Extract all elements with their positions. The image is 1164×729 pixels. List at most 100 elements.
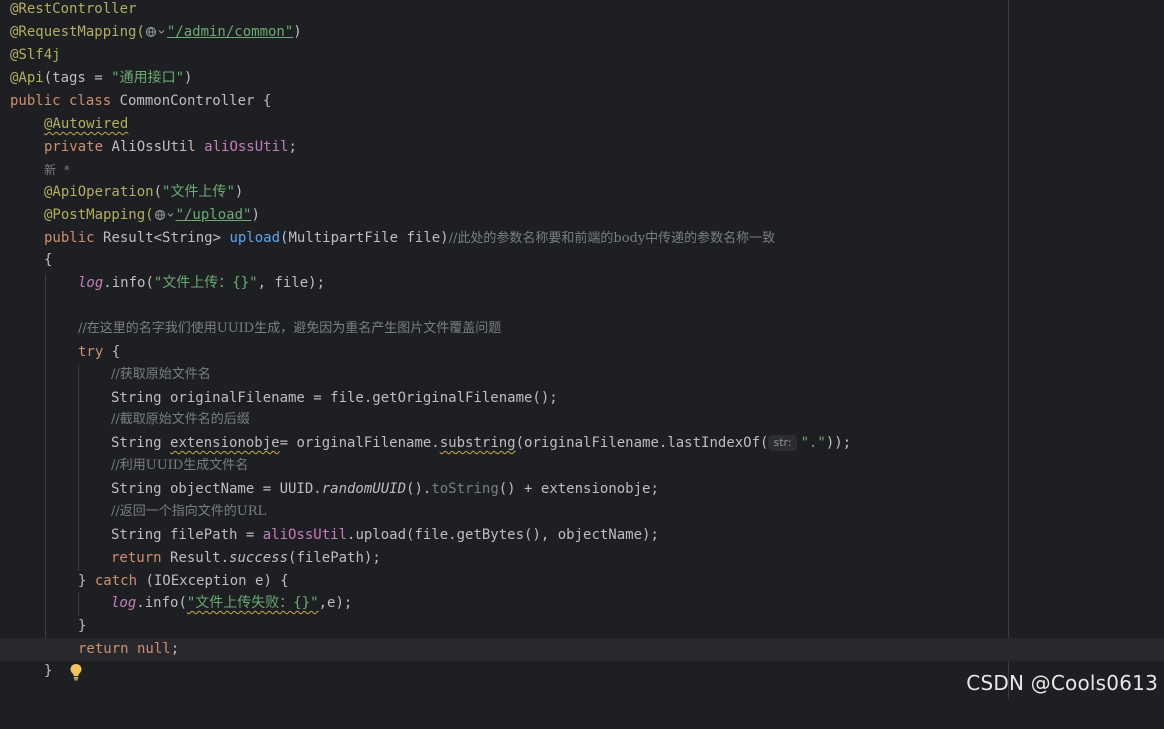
code-token: ,e);: [318, 595, 353, 611]
keyword-token: return: [111, 550, 171, 566]
code-token: .info(: [103, 275, 154, 291]
code-token: (originalFilename.lastIndexOf(: [515, 435, 769, 451]
code-token: }: [78, 573, 95, 589]
string-token: "通用接口": [111, 70, 185, 86]
code-line: public Result<String> upload(MultipartFi…: [0, 227, 1164, 250]
class-declaration: CommonController {: [119, 93, 272, 109]
keyword-token: private: [44, 139, 112, 155]
type-token: String: [111, 435, 171, 451]
code-line: @Api(tags = "通用接口"): [0, 67, 1164, 90]
web-endpoint-icon[interactable]: [145, 23, 167, 46]
field-token: log: [78, 275, 104, 291]
annotation-token: @Slf4j: [10, 47, 61, 63]
code-token: }: [78, 618, 87, 634]
code-token: ): [184, 70, 193, 86]
code-editor[interactable]: @RestController @RequestMapping( "/admin/…: [0, 0, 1164, 699]
keyword-token: try: [78, 344, 104, 360]
code-token: ): [293, 24, 302, 40]
comment-token: //利用UUID生成文件名: [111, 458, 249, 473]
current-line[interactable]: return null;: [0, 638, 1164, 681]
code-token: (: [153, 184, 163, 200]
code-line: 新 *: [0, 159, 1164, 182]
annotation-token: @ApiOperation: [44, 184, 154, 200]
web-endpoint-icon[interactable]: [154, 206, 176, 229]
code-token: (MultipartFile file): [280, 230, 449, 246]
static-method: success: [229, 550, 289, 566]
keyword-token: return null: [78, 641, 171, 657]
code-token: {: [44, 252, 53, 268]
code-token: String filePath =: [111, 527, 263, 543]
code-line: @ApiOperation("文件上传"): [0, 181, 1164, 204]
comment-token: //获取原始文件名: [111, 367, 211, 382]
code-line: }: [0, 615, 1164, 638]
code-token: ));: [825, 435, 852, 451]
comment-token: //返回一个指向文件的URL: [111, 504, 267, 519]
code-token: Result.: [170, 550, 230, 566]
annotation-token: @Api: [10, 70, 44, 86]
code-line: String extensionobje= originalFilename.s…: [0, 432, 1164, 455]
code-token: ): [251, 207, 260, 223]
code-line: log.info("文件上传失败：{}",e);: [0, 592, 1164, 615]
code-token: ().: [406, 481, 432, 497]
type-token: AliOssUtil: [111, 139, 205, 155]
field-token: aliOssUtil: [204, 139, 289, 155]
redundant-call: toString: [431, 481, 499, 497]
comment-token: //截取原始文件名的后缀: [111, 412, 250, 427]
code-line: {: [0, 249, 1164, 272]
lightbulb-icon[interactable]: [18, 640, 82, 681]
code-line: try {: [0, 341, 1164, 364]
string-token: ".": [800, 435, 826, 451]
code-line: //截取原始文件名的后缀: [0, 409, 1164, 432]
annotation-token: @RequestMapping(: [10, 24, 145, 40]
author-hint[interactable]: 新 *: [44, 159, 70, 182]
code-token: .info(: [136, 595, 187, 611]
code-token: ;: [170, 641, 180, 657]
watermark-text: CSDN @Cools0613: [966, 671, 1158, 695]
code-line: @PostMapping( "/upload"): [0, 204, 1164, 227]
parameter-hint: str:: [768, 435, 797, 451]
code-token: ): [234, 184, 244, 200]
method-call: substring: [439, 435, 516, 451]
code-token: ;: [288, 139, 297, 155]
keyword-token: catch: [94, 573, 138, 589]
code-line: log.info("文件上传：{}", file);: [0, 272, 1164, 295]
code-line: //返回一个指向文件的URL: [0, 501, 1164, 524]
code-token: {: [103, 344, 121, 360]
code-token: }: [44, 663, 53, 679]
keyword-token: public: [44, 230, 104, 246]
code-line: //利用UUID生成文件名: [0, 455, 1164, 478]
code-line: @RestController: [0, 0, 1164, 21]
string-token: "文件上传失败：{}": [186, 595, 319, 611]
code-token: String objectName = UUID.: [111, 481, 322, 497]
code-line: public class CommonController {: [0, 90, 1164, 113]
code-line: @Slf4j: [0, 44, 1164, 67]
path-string[interactable]: "/admin/common": [167, 24, 293, 40]
code-token: (IOException e) {: [137, 573, 289, 589]
string-token: "文件上传：{}": [153, 275, 258, 291]
field-token: log: [111, 595, 137, 611]
code-token: (tags =: [43, 70, 112, 86]
code-line: //在这里的名字我们使用UUID生成，避免因为重名产生图片文件覆盖问题: [0, 318, 1164, 341]
code-line: } catch (IOException e) {: [0, 570, 1164, 593]
annotation-token: @RestController: [10, 1, 137, 17]
code-line: @RequestMapping( "/admin/common"): [0, 21, 1164, 44]
annotation-token: @PostMapping(: [44, 207, 154, 223]
comment-token: //在这里的名字我们使用UUID生成，避免因为重名产生图片文件覆盖问题: [78, 321, 502, 336]
code-line: @Autowired: [0, 113, 1164, 136]
code-token: String originalFilename = file.getOrigin…: [111, 390, 558, 406]
field-token: aliOssUtil: [262, 527, 348, 543]
code-token: .upload(file.getBytes(), objectName);: [347, 527, 659, 543]
annotation-token: @Autowired: [44, 116, 129, 132]
variable-token: extensionobje: [170, 435, 280, 451]
code-token: (filePath);: [288, 550, 381, 566]
type-token: Result<String>: [103, 230, 230, 246]
method-name: upload: [229, 230, 281, 246]
path-string[interactable]: "/upload": [176, 207, 252, 223]
static-method: randomUUID: [321, 481, 407, 497]
comment-token: //此处的参数名称要和前端的body中传递的参数名称一致: [448, 231, 776, 246]
code-line: String originalFilename = file.getOrigin…: [0, 387, 1164, 410]
code-line: private AliOssUtil aliOssUtil;: [0, 136, 1164, 159]
code-line: return Result.success(filePath);: [0, 547, 1164, 570]
code-token: = originalFilename.: [279, 435, 440, 451]
code-token: , file);: [257, 275, 326, 291]
